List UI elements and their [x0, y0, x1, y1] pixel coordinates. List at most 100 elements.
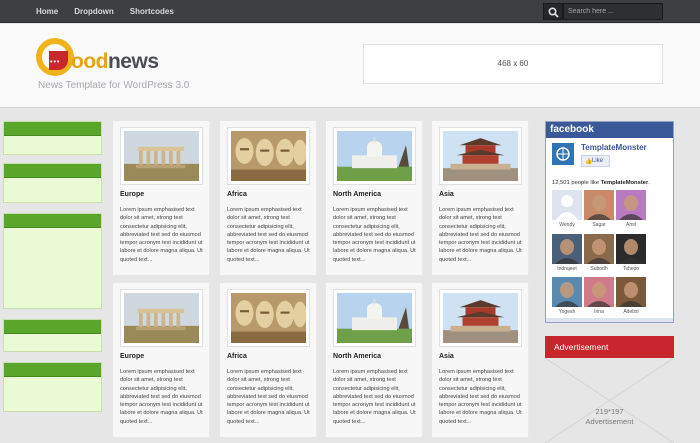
fan-name: Subodh	[590, 266, 608, 272]
nav-shortcodes[interactable]: Shortcodes	[130, 0, 174, 23]
site-header: ••• oodnews News Template for WordPress …	[0, 24, 700, 108]
facebook-fan[interactable]: Indrajeet	[552, 234, 582, 272]
top-navbar: Home Dropdown Shortcodes	[0, 0, 700, 23]
widget-title-bar	[4, 363, 101, 377]
fan-avatar	[552, 234, 582, 264]
fan-avatar	[616, 234, 646, 264]
fan-avatar	[584, 190, 614, 220]
facebook-header: facebook	[546, 122, 673, 138]
card-title[interactable]: Africa	[227, 353, 247, 360]
news-card: Asia Lorem ipsum emphasised text dolor si…	[432, 121, 529, 275]
logo-text-rest: news	[107, 50, 159, 73]
card-title[interactable]: Asia	[439, 191, 454, 198]
facebook-fan[interactable]: Irina	[584, 277, 614, 315]
pagoda-photo[interactable]	[439, 289, 522, 347]
card-title[interactable]: Europe	[120, 353, 144, 360]
card-excerpt: Lorem ipsum emphasised text dolor sit am…	[333, 369, 416, 425]
card-title[interactable]: Asia	[439, 353, 454, 360]
advertisement-title: Advertisement	[545, 336, 674, 358]
card-excerpt: Lorem ipsum emphasised text dolor sit am…	[227, 207, 310, 263]
facebook-fan[interactable]: Sagar	[584, 190, 614, 228]
ad-label: Advertisement	[585, 417, 634, 426]
fan-avatar	[616, 277, 646, 307]
main-nav: Home Dropdown Shortcodes	[36, 0, 190, 23]
fan-avatar	[584, 234, 614, 264]
card-excerpt: Lorem ipsum emphasised text dolor sit am…	[439, 207, 522, 263]
news-card: Africa Lorem ipsum emphasised text dolor …	[220, 121, 317, 275]
search-icon	[548, 7, 559, 18]
fan-name: Tshepo	[622, 266, 640, 272]
search-button[interactable]	[543, 3, 563, 20]
fan-avatar	[616, 190, 646, 220]
advertisement-text: 219*197 Advertisement	[545, 407, 674, 427]
sidebar-widget	[3, 319, 102, 352]
ad-placeholder-icon	[544, 357, 675, 443]
news-card: Europe Lorem ipsum emphasised text dolor …	[113, 283, 210, 437]
header-banner-ad[interactable]: 468 x 60	[363, 44, 663, 84]
facebook-fan[interactable]: Wendy	[552, 190, 582, 228]
facebook-like-count: 12,501 people like TemplateMonster.	[552, 180, 650, 186]
search-input[interactable]	[563, 3, 663, 20]
capitol-photo[interactable]	[333, 289, 416, 347]
statues-photo[interactable]	[227, 289, 310, 347]
fan-name: Indrajeet	[557, 266, 577, 272]
sidebar-widget	[3, 121, 102, 155]
like-label: Like	[592, 158, 604, 164]
news-card: Africa Lorem ipsum emphasised text dolor …	[220, 283, 317, 437]
widget-title-bar	[4, 164, 101, 178]
logo-text-mid: ood	[71, 50, 108, 73]
card-title[interactable]: North America	[333, 353, 381, 360]
sidebar-widget	[3, 213, 102, 309]
parthenon-photo[interactable]	[120, 289, 203, 347]
parthenon-photo[interactable]	[120, 127, 203, 185]
fan-name: Wendy	[559, 222, 575, 228]
fan-name: Sagar	[592, 222, 606, 228]
widget-title-bar	[4, 320, 101, 334]
facebook-fan[interactable]: Adebsi	[616, 277, 646, 315]
facebook-page-name[interactable]: TemplateMonster	[581, 143, 647, 152]
fan-avatar	[552, 190, 582, 220]
news-card: Asia Lorem ipsum emphasised text dolor si…	[432, 283, 529, 437]
facebook-like-button[interactable]: 👍 Like	[581, 155, 610, 167]
ad-size: 219*197	[595, 407, 624, 416]
facebook-footer	[546, 318, 673, 322]
card-excerpt: Lorem ipsum emphasised text dolor sit am…	[120, 207, 203, 263]
fan-avatar	[584, 277, 614, 307]
facebook-fan[interactable]: Subodh	[584, 234, 614, 272]
facebook-fan[interactable]: Tshepo	[616, 234, 646, 272]
fan-name: Adebsi	[623, 309, 639, 315]
statues-photo[interactable]	[227, 127, 310, 185]
news-card: North America Lorem ipsum emphasised text…	[326, 283, 423, 437]
site-tagline: News Template for WordPress 3.0	[38, 80, 190, 91]
logo-text: oodnews	[71, 50, 159, 74]
widget-title-bar	[4, 214, 101, 228]
card-title[interactable]: Europe	[120, 191, 144, 198]
facebook-fan[interactable]: Amit	[616, 190, 646, 228]
sidebar-widget	[3, 362, 102, 412]
card-excerpt: Lorem ipsum emphasised text dolor sit am…	[227, 369, 310, 425]
facebook-widget: facebook TemplateMonster 👍 Like 12,501 pe…	[545, 121, 674, 323]
card-excerpt: Lorem ipsum emphasised text dolor sit am…	[120, 369, 203, 425]
card-title[interactable]: Africa	[227, 191, 247, 198]
facebook-fan[interactable]: Yogesh	[552, 277, 582, 315]
fan-avatar	[552, 277, 582, 307]
capitol-photo[interactable]	[333, 127, 416, 185]
news-card: North America Lorem ipsum emphasised text…	[326, 121, 423, 275]
card-title[interactable]: North America	[333, 191, 381, 198]
nav-home[interactable]: Home	[36, 0, 58, 23]
like-count-text: 12,501 people like	[552, 180, 601, 186]
like-count-page: TemplateMonster	[600, 180, 649, 186]
nav-dropdown[interactable]: Dropdown	[74, 0, 114, 23]
card-excerpt: Lorem ipsum emphasised text dolor sit am…	[333, 207, 416, 263]
news-card: Europe Lorem ipsum emphasised text dolor …	[113, 121, 210, 275]
like-count-suffix: .	[648, 180, 650, 186]
widget-title-bar	[4, 122, 101, 136]
sidebar-widget	[3, 163, 102, 203]
templatemonster-logo-icon[interactable]	[552, 143, 574, 165]
card-excerpt: Lorem ipsum emphasised text dolor sit am…	[439, 369, 522, 425]
logo-g-icon: •••	[36, 38, 74, 76]
advertisement-box[interactable]: 219*197 Advertisement	[544, 357, 675, 443]
site-logo[interactable]: ••• oodnews News Template for WordPress …	[36, 38, 190, 94]
fan-name: Irina	[594, 309, 604, 315]
pagoda-photo[interactable]	[439, 127, 522, 185]
